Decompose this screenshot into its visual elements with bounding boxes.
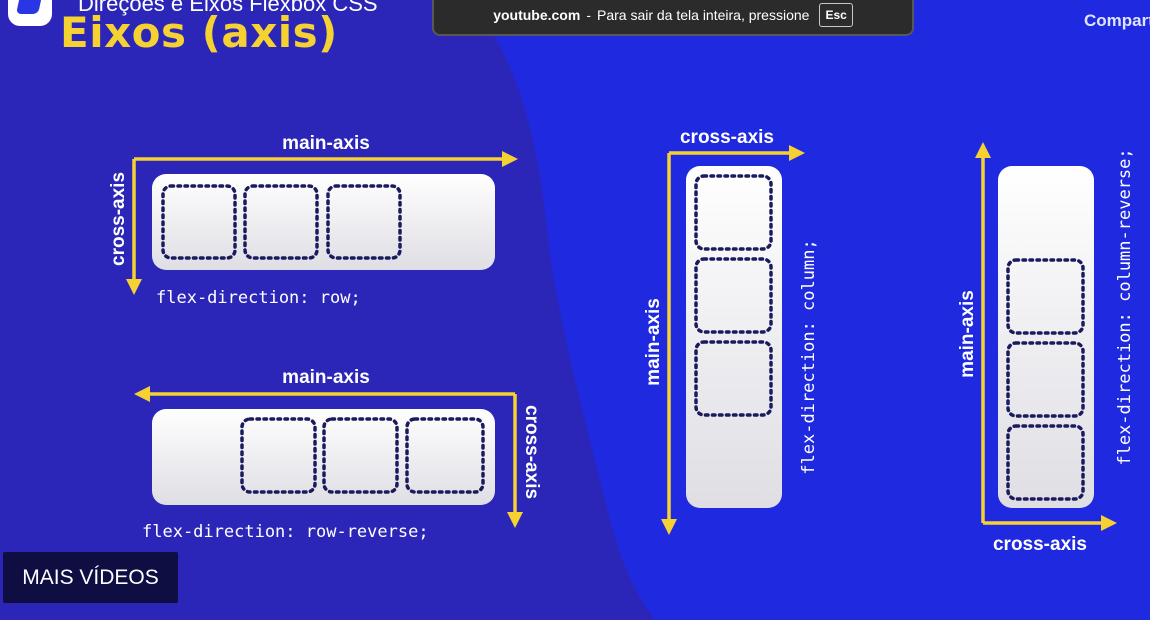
channel-logo[interactable] — [8, 0, 52, 26]
cross-axis-label: cross-axis — [108, 172, 129, 266]
slide-canvas: main-axis cross-axis flex-direction: row… — [0, 0, 1135, 620]
more-videos-button[interactable]: MAIS VÍDEOS — [3, 552, 178, 603]
main-axis-label: main-axis — [957, 290, 978, 378]
share-button[interactable]: Compartilhar — [1084, 11, 1150, 31]
code-label: flex-direction: row-reverse; — [142, 522, 429, 542]
logo-icon — [16, 0, 42, 14]
cross-axis-label: cross-axis — [680, 127, 774, 148]
flex-container — [152, 174, 495, 270]
flex-container — [998, 166, 1094, 508]
arrowhead-up — [975, 142, 991, 158]
diagram-column: cross-axis main-axis flex-direction: col… — [643, 127, 819, 535]
flex-container — [686, 166, 782, 508]
esc-key-badge: Esc — [819, 3, 853, 27]
toast-message: Para sair da tela inteira, pressione — [596, 7, 810, 23]
toast-separator: - — [586, 7, 591, 23]
code-label: flex-direction: row; — [156, 288, 361, 308]
arrowhead-down — [661, 519, 677, 535]
code-label: flex-direction: column-reverse; — [1115, 148, 1135, 465]
cross-axis-label: cross-axis — [993, 534, 1087, 555]
cross-axis-label: cross-axis — [521, 405, 542, 499]
diagram-column-reverse: main-axis cross-axis flex-direction: col… — [957, 142, 1135, 555]
toast-domain: youtube.com — [493, 7, 581, 23]
fullscreen-toast: youtube.com - Para sair da tela inteira,… — [432, 0, 914, 36]
video-frame[interactable]: main-axis cross-axis flex-direction: row… — [0, 0, 1150, 620]
arrowhead-right — [1101, 515, 1117, 531]
code-label: flex-direction: column; — [799, 239, 819, 474]
main-axis-label: main-axis — [282, 367, 370, 388]
slide-title: Eixos (axis) — [60, 8, 338, 57]
main-axis-label: main-axis — [643, 298, 664, 386]
arrowhead-right — [789, 145, 805, 161]
main-axis-label: main-axis — [282, 133, 370, 154]
